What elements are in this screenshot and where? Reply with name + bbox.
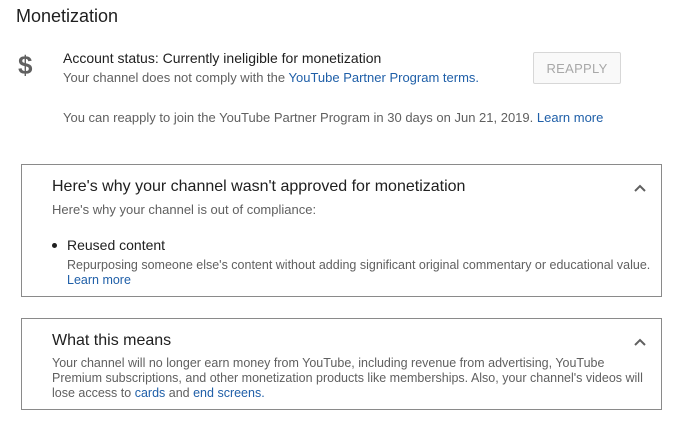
end-screens-link[interactable]: end screens. (193, 386, 265, 400)
what-this-means-text: Your channel will no longer earn money f… (52, 356, 652, 401)
reasons-card-subtitle: Here's why your channel is out of compli… (52, 202, 317, 217)
partner-program-terms-link[interactable]: YouTube Partner Program terms. (289, 70, 480, 85)
reason-label: Reused content (67, 237, 166, 253)
reason-description: Repurposing someone else's content witho… (67, 258, 652, 288)
account-status: Account status: Currently ineligible for… (63, 49, 381, 67)
reasons-card-title: Here's why your channel wasn't approved … (52, 178, 466, 195)
means-connector: and (168, 386, 190, 400)
reapply-learn-more-link[interactable]: Learn more (537, 110, 603, 125)
bullet-icon (52, 242, 57, 248)
reapply-text: You can reapply to join the YouTube Part… (63, 110, 534, 125)
dollar-icon: $ (18, 50, 33, 80)
page-title: Monetization (16, 6, 119, 26)
reapply-note: You can reapply to join the YouTube Part… (63, 109, 603, 126)
compliance-text: Your channel does not comply with the (63, 70, 286, 85)
chevron-up-icon[interactable] (633, 335, 647, 349)
chevron-up-icon[interactable] (633, 181, 647, 195)
what-this-means-card: What this means Your channel will no lon… (21, 318, 662, 410)
reused-content-learn-more-link[interactable]: Learn more (67, 273, 131, 287)
reason-description-text: Repurposing someone else's content witho… (67, 258, 651, 272)
reasons-card: Here's why your channel wasn't approved … (21, 164, 662, 297)
reapply-button[interactable]: REAPPLY (533, 52, 621, 84)
account-status-value: Currently ineligible for monetization (162, 50, 382, 66)
account-status-label: Account status: (63, 50, 159, 66)
list-item: Reused content (52, 236, 165, 254)
cards-link[interactable]: cards (135, 386, 166, 400)
what-this-means-title: What this means (52, 332, 172, 349)
compliance-note: Your channel does not comply with the Yo… (63, 69, 479, 86)
